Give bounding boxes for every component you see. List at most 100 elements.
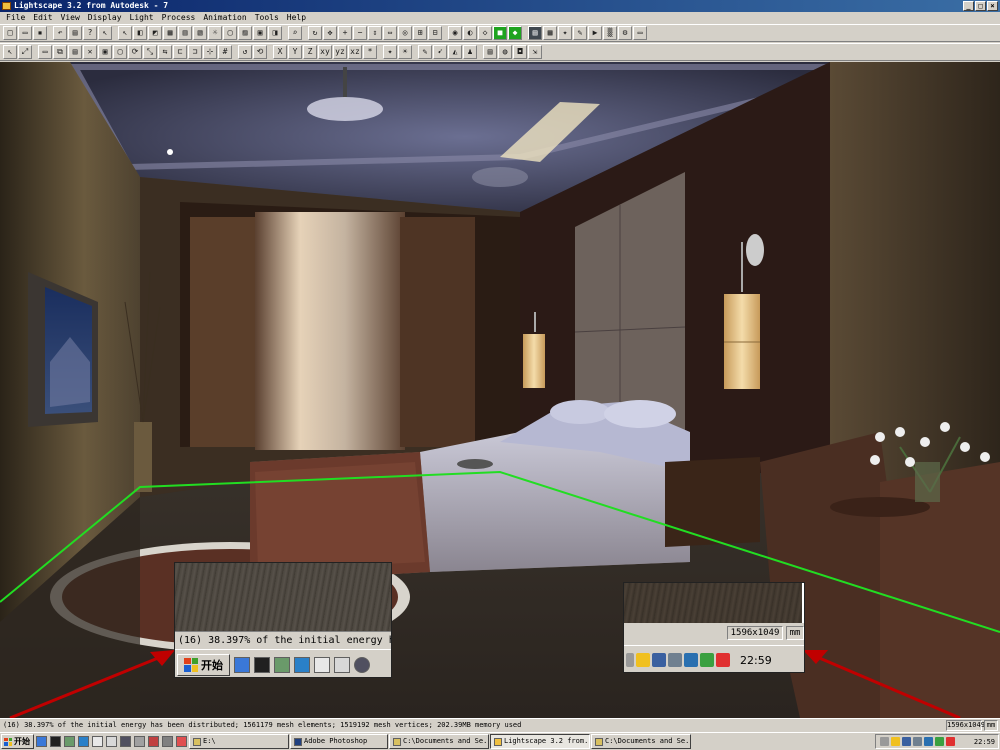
task-photoshop[interactable]: Adobe Photoshop — [290, 734, 388, 749]
walk-icon[interactable]: ⇔ — [383, 26, 397, 40]
snap-icon[interactable]: ⊹ — [203, 45, 217, 59]
quicklaunch-disc-icon[interactable] — [120, 736, 131, 747]
mesh-icon[interactable]: ▦ — [543, 26, 557, 40]
menu-tools[interactable]: Tools — [251, 12, 283, 24]
quicklaunch-misc-icon[interactable] — [162, 736, 173, 747]
fit-view-icon[interactable]: ⊞ — [413, 26, 427, 40]
open-file-icon[interactable]: ▭ — [18, 26, 32, 40]
select-filter-icon[interactable]: ▨ — [238, 26, 252, 40]
sync-icon[interactable] — [913, 737, 922, 746]
light-source-icon[interactable]: ✦ — [383, 45, 397, 59]
quicklaunch-camera-icon[interactable] — [92, 736, 103, 747]
quicklaunch-tool-icon[interactable] — [134, 736, 145, 747]
radiosity-icon[interactable]: ▤ — [528, 26, 542, 40]
help-icon[interactable]: ? — [83, 26, 97, 40]
solid-render-icon[interactable]: ■ — [493, 26, 507, 40]
close-button[interactable]: × — [987, 1, 998, 11]
keyboard-icon[interactable] — [880, 737, 889, 746]
export-icon[interactable]: ⇲ — [528, 45, 542, 59]
paint-icon[interactable]: ▒ — [603, 26, 617, 40]
delete-icon[interactable]: ✕ — [83, 45, 97, 59]
select-arrow-icon[interactable]: ↖ — [118, 26, 132, 40]
menu-display[interactable]: Display — [84, 12, 126, 24]
wireframe-icon[interactable]: ◇ — [478, 26, 492, 40]
menu-light[interactable]: Light — [126, 12, 158, 24]
select-surface-icon[interactable]: ◩ — [148, 26, 162, 40]
plane-xz-icon[interactable]: xz — [348, 45, 362, 59]
menu-view[interactable]: View — [57, 12, 84, 24]
select-invert-icon[interactable]: ◨ — [268, 26, 282, 40]
render-icon[interactable]: ◘ — [513, 45, 527, 59]
mesh-view-icon[interactable]: ▤ — [483, 45, 497, 59]
select-box-icon[interactable]: ◧ — [133, 26, 147, 40]
paste-icon[interactable]: ▤ — [68, 45, 82, 59]
daylight-icon[interactable]: ☀ — [398, 45, 412, 59]
axis-y-icon[interactable]: Y — [288, 45, 302, 59]
zoom-window-icon[interactable]: ⌕ — [288, 26, 302, 40]
monitor-icon[interactable] — [924, 737, 933, 746]
network-icon[interactable] — [902, 737, 911, 746]
axis-z-icon[interactable]: Z — [303, 45, 317, 59]
task-documents-1[interactable]: C:\Documents and Se... — [389, 734, 489, 749]
align-icon[interactable]: ⊏ — [173, 45, 187, 59]
quicklaunch-capture-icon[interactable] — [106, 736, 117, 747]
quicklaunch-media-icon[interactable] — [50, 736, 61, 747]
plane-xy-icon[interactable]: xy — [318, 45, 332, 59]
plane-yz-icon[interactable]: yz — [333, 45, 347, 59]
properties-icon[interactable]: ▭ — [633, 26, 647, 40]
quicklaunch-image-icon[interactable] — [64, 736, 75, 747]
shield-icon[interactable] — [946, 737, 955, 746]
group-icon[interactable]: ▣ — [98, 45, 112, 59]
zoom-in-icon[interactable]: + — [338, 26, 352, 40]
camera-icon[interactable]: ◉ — [448, 26, 462, 40]
menu-animation[interactable]: Animation — [199, 12, 250, 24]
lights-icon[interactable]: ✦ — [558, 26, 572, 40]
move-icon[interactable]: ⤢ — [18, 45, 32, 59]
task-lightscape[interactable]: Lightscape 3.2 from... — [490, 734, 590, 749]
menu-process[interactable]: Process — [158, 12, 200, 24]
layer-icon[interactable]: ▭ — [38, 45, 52, 59]
process-icon[interactable]: ▶ — [588, 26, 602, 40]
quicklaunch-ie-icon[interactable] — [36, 736, 47, 747]
orbit-icon[interactable]: ↻ — [308, 26, 322, 40]
quicklaunch-red-icon[interactable] — [148, 736, 159, 747]
render-viewport[interactable] — [0, 62, 1000, 718]
qq-icon[interactable] — [891, 737, 900, 746]
menu-edit[interactable]: Edit — [29, 12, 56, 24]
mirror-icon[interactable]: ⇆ — [158, 45, 172, 59]
globe-icon[interactable]: ◍ — [498, 45, 512, 59]
menu-help[interactable]: Help — [283, 12, 310, 24]
ungroup-icon[interactable]: ▢ — [113, 45, 127, 59]
select-material-icon[interactable]: ▧ — [193, 26, 207, 40]
look-icon[interactable]: ◎ — [398, 26, 412, 40]
select-block-icon[interactable]: ▦ — [163, 26, 177, 40]
pointer-icon[interactable]: ↖ — [3, 45, 17, 59]
select-window-icon[interactable]: ▢ — [223, 26, 237, 40]
light-edit-icon[interactable]: ✎ — [418, 45, 432, 59]
print-icon[interactable]: ▤ — [68, 26, 82, 40]
start-button[interactable]: 开始 — [1, 734, 34, 749]
zoom-out-icon[interactable]: − — [353, 26, 367, 40]
select-layer-icon[interactable]: ▥ — [178, 26, 192, 40]
select-all-icon[interactable]: ▣ — [253, 26, 267, 40]
shade-icon[interactable]: ◐ — [463, 26, 477, 40]
context-help-icon[interactable]: ↖ — [98, 26, 112, 40]
quicklaunch-red2-icon[interactable] — [176, 736, 187, 747]
antivirus-icon[interactable] — [935, 737, 944, 746]
copy-icon[interactable]: ⧉ — [53, 45, 67, 59]
light-aim-icon[interactable]: ➹ — [433, 45, 447, 59]
quicklaunch-app-icon[interactable] — [78, 736, 89, 747]
previous-view-icon[interactable]: ⊟ — [428, 26, 442, 40]
undo-icon[interactable]: ↶ — [53, 26, 67, 40]
select-light-icon[interactable]: ☼ — [208, 26, 222, 40]
pan-icon[interactable]: ✥ — [323, 26, 337, 40]
task-explorer-e[interactable]: E:\ — [189, 734, 289, 749]
distribute-icon[interactable]: ⊐ — [188, 45, 202, 59]
settings-icon[interactable]: ⚙ — [618, 26, 632, 40]
maximize-button[interactable]: □ — [975, 1, 986, 11]
task-documents-2[interactable]: C:\Documents and Se... — [591, 734, 691, 749]
new-file-icon[interactable]: □ — [3, 26, 17, 40]
minimize-button[interactable]: _ — [963, 1, 974, 11]
pencil-icon[interactable]: ✎ — [573, 26, 587, 40]
texture-render-icon[interactable]: ◆ — [508, 26, 522, 40]
